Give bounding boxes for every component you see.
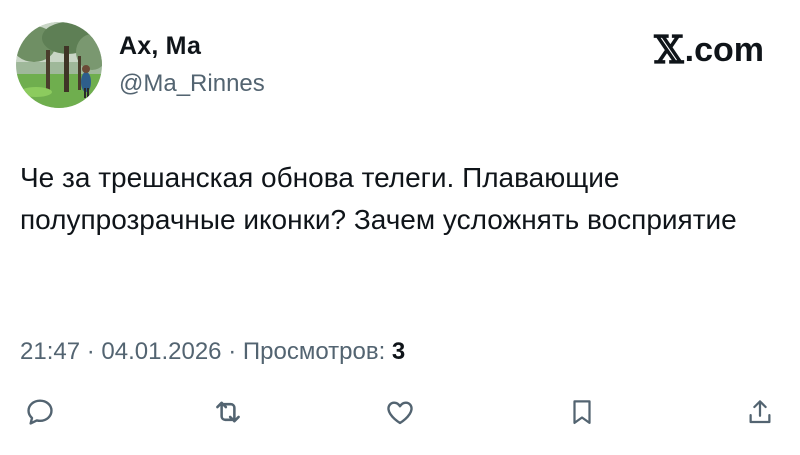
- reply-icon: [27, 399, 53, 425]
- meta-separator: ·: [86, 338, 102, 365]
- brand-logo: 𝕏 .com: [654, 27, 764, 73]
- tweet-card: Ах, Ма @Ma_Rinnes 𝕏 .com Че за трешанска…: [0, 0, 800, 455]
- display-name[interactable]: Ах, Ма: [119, 32, 201, 61]
- share-button[interactable]: [740, 392, 780, 432]
- action-bar: [0, 392, 800, 432]
- retweet-button[interactable]: [208, 392, 248, 432]
- like-button[interactable]: [380, 392, 420, 432]
- reply-button[interactable]: [20, 392, 60, 432]
- views-label: Просмотров:: [242, 338, 386, 365]
- heart-icon: [387, 401, 413, 425]
- avatar-photo: [16, 22, 102, 108]
- tweet-time[interactable]: 21:47: [20, 338, 80, 365]
- x-logo-icon: 𝕏: [654, 27, 684, 72]
- share-icon: [749, 400, 771, 424]
- bookmark-icon: [573, 400, 591, 424]
- tweet-date[interactable]: 04.01.2026: [101, 338, 221, 365]
- retweet-icon: [216, 401, 240, 423]
- bookmark-button[interactable]: [562, 392, 602, 432]
- tweet-meta: 21:47 · 04.01.2026 · Просмотров: 3: [20, 338, 405, 366]
- views-count: 3: [391, 338, 406, 365]
- meta-separator: ·: [228, 338, 243, 365]
- avatar[interactable]: [16, 22, 102, 108]
- user-handle[interactable]: @Ma_Rinnes: [119, 70, 265, 98]
- tweet-text: Че за трешанская обнова телеги. Плавающи…: [20, 162, 737, 235]
- brand-domain: .com: [684, 31, 764, 69]
